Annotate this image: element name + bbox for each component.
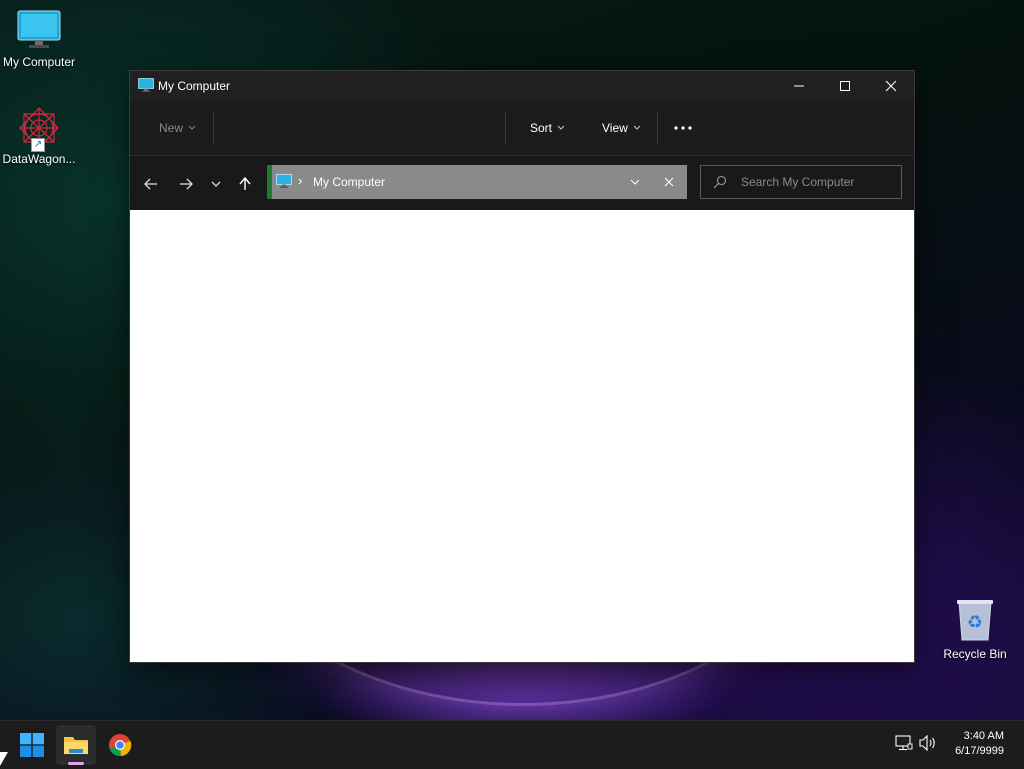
toolbar-divider xyxy=(657,112,658,144)
shortcut-arrow-icon: ↗ xyxy=(31,138,45,152)
chevron-down-icon xyxy=(188,125,196,130)
desktop-icon-label: DataWagon... xyxy=(2,152,76,166)
address-dropdown-icon[interactable] xyxy=(630,179,640,186)
forward-button[interactable] xyxy=(175,173,197,195)
search-icon xyxy=(713,175,727,189)
back-button[interactable] xyxy=(140,173,162,195)
recycle-bin-icon: ♻ xyxy=(957,600,993,641)
taskbar-file-explorer[interactable] xyxy=(56,725,96,765)
monitor-icon xyxy=(276,174,292,188)
monitor-icon xyxy=(138,78,154,92)
start-button[interactable] xyxy=(12,725,52,765)
forward-arrow-icon xyxy=(180,178,193,190)
clear-address-icon[interactable] xyxy=(664,177,674,187)
taskbar: 3:40 AM 6/17/9999 xyxy=(0,720,1024,769)
chevron-down-icon xyxy=(633,125,641,130)
minimize-button[interactable] xyxy=(776,71,822,101)
new-label: New xyxy=(159,121,184,135)
toolbar-divider xyxy=(213,112,214,144)
window-title: My Computer xyxy=(158,79,231,93)
up-arrow-icon xyxy=(239,177,251,190)
maximize-icon xyxy=(840,81,850,91)
up-button[interactable] xyxy=(234,173,256,195)
search-input[interactable] xyxy=(739,174,893,190)
address-path[interactable]: My Computer xyxy=(313,175,385,189)
title-bar[interactable]: My Computer xyxy=(130,71,914,101)
address-bar[interactable]: › My Computer xyxy=(267,165,687,199)
recent-locations-button[interactable] xyxy=(205,173,227,195)
close-button[interactable] xyxy=(868,71,914,101)
back-arrow-icon xyxy=(144,178,157,190)
file-explorer-window: My Computer New Sort View › My Computer … xyxy=(130,71,914,662)
mouse-cursor xyxy=(0,752,8,766)
navigation-bar: › My Computer xyxy=(130,156,914,210)
sort-button[interactable]: Sort xyxy=(530,118,565,138)
clock-time: 3:40 AM xyxy=(963,730,1004,742)
desktop-icon-label: Recycle Bin xyxy=(943,647,1007,661)
chevron-down-icon xyxy=(557,125,565,130)
chevron-down-icon xyxy=(211,181,221,187)
breadcrumb-separator-icon: › xyxy=(298,173,303,188)
clock-date: 6/17/9999 xyxy=(955,745,1004,757)
chrome-icon xyxy=(109,734,132,757)
folder-icon xyxy=(64,737,88,754)
maximize-button[interactable] xyxy=(822,71,868,101)
close-icon xyxy=(885,80,897,92)
system-clock[interactable]: 3:40 AM 6/17/9999 xyxy=(955,729,1004,759)
more-options-button[interactable] xyxy=(673,118,693,138)
sort-label: Sort xyxy=(530,121,553,135)
file-list-area[interactable] xyxy=(130,210,914,662)
new-button[interactable]: New xyxy=(159,118,196,138)
monitor-icon xyxy=(17,10,61,48)
search-box[interactable] xyxy=(700,165,902,199)
command-bar: New Sort View xyxy=(130,101,914,156)
network-icon[interactable] xyxy=(895,735,913,751)
more-options-icon xyxy=(674,126,692,130)
volume-icon[interactable] xyxy=(919,735,937,751)
minimize-icon xyxy=(794,85,804,87)
view-button[interactable]: View xyxy=(602,118,641,138)
desktop-icon-my-computer[interactable]: My Computer xyxy=(0,10,78,69)
active-app-indicator xyxy=(68,762,84,765)
taskbar-chrome[interactable] xyxy=(100,725,140,765)
view-label: View xyxy=(602,121,628,135)
desktop-icon-datawagon[interactable]: ↗ DataWagon... xyxy=(0,106,78,166)
toolbar-divider xyxy=(505,112,506,144)
desktop-icon-label: My Computer xyxy=(2,55,76,69)
svg-text:♻: ♻ xyxy=(967,612,983,633)
desktop-icon-recycle-bin[interactable]: ♻ Recycle Bin xyxy=(936,598,1014,661)
windows-start-icon xyxy=(20,733,44,757)
